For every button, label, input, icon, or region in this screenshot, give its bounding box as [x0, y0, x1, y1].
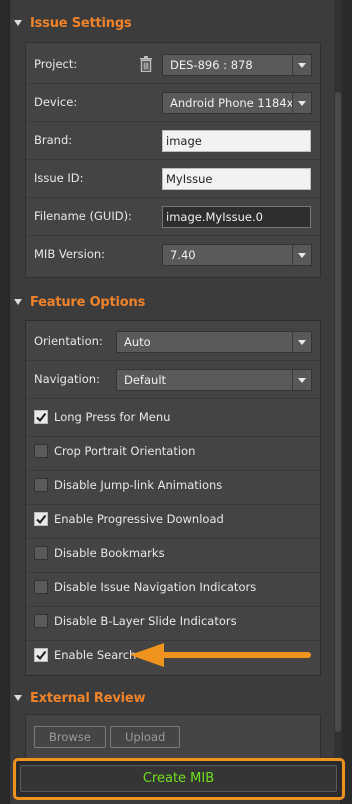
checkbox[interactable]	[34, 648, 48, 662]
browse-button[interactable]: Browse	[34, 726, 106, 748]
collapse-triangle-icon	[14, 695, 22, 701]
filename-label: Filename (GUID):	[34, 209, 132, 223]
orientation-row: Orientation: Auto	[26, 323, 320, 361]
checkbox-row[interactable]: Disable Jump-link Animations	[26, 467, 320, 505]
checkbox-row[interactable]: Disable Bookmarks	[26, 535, 320, 573]
external-review-header[interactable]: External Review	[14, 687, 146, 709]
navigation-row: Navigation: Default	[26, 361, 320, 399]
device-label: Device:	[34, 95, 78, 109]
checkbox[interactable]	[34, 580, 48, 594]
filename-field[interactable]: image.MyIssue.0	[162, 206, 311, 228]
external-review-box: Browse Upload	[25, 714, 321, 760]
upload-button[interactable]: Upload	[110, 726, 181, 748]
section-title: Issue Settings	[30, 15, 132, 31]
orientation-label: Orientation:	[34, 334, 103, 348]
checkbox-row[interactable]: Disable Issue Navigation Indicators	[26, 569, 320, 607]
checkbox-label: Long Press for Menu	[54, 410, 171, 424]
mib-version-row: MIB Version: 7.40	[26, 236, 320, 274]
brand-field[interactable]: image	[162, 130, 311, 152]
checkbox-label: Crop Portrait Orientation	[54, 444, 196, 458]
checkbox-row[interactable]: Disable B-Layer Slide Indicators	[26, 603, 320, 641]
chevron-down-icon	[292, 55, 311, 75]
feature-options-header[interactable]: Feature Options	[14, 291, 145, 313]
navigation-value: Default	[124, 373, 167, 387]
project-row: Project: DES-896 : 878	[26, 46, 320, 84]
chevron-down-icon	[292, 370, 311, 390]
filename-row: Filename (GUID): image.MyIssue.0	[26, 198, 320, 236]
checkbox-label: Disable Bookmarks	[54, 546, 165, 560]
checkmark-icon	[36, 412, 47, 423]
orientation-dropdown[interactable]: Auto	[116, 331, 312, 353]
checkbox-label: Enable Progressive Download	[54, 512, 224, 526]
checkbox[interactable]	[34, 614, 48, 628]
checkmark-icon	[36, 650, 47, 661]
project-value: DES-896 : 878	[170, 58, 253, 72]
scrollbar-thumb[interactable]	[335, 92, 341, 732]
checkbox-row[interactable]: Long Press for Menu	[26, 399, 320, 437]
checkbox[interactable]	[34, 512, 48, 526]
checkbox-label: Disable Jump-link Animations	[54, 478, 223, 492]
checkmark-icon	[36, 514, 47, 525]
brand-row: Brand: image	[26, 122, 320, 160]
checkbox[interactable]	[34, 410, 48, 424]
checkbox-label: Enable Search	[54, 648, 137, 662]
issue-id-label: Issue ID:	[34, 171, 84, 185]
issue-settings-box: Project: DES-896 : 878 Device: Android P…	[25, 42, 321, 278]
chevron-down-icon	[292, 245, 311, 265]
issue-id-row: Issue ID: MyIssue	[26, 160, 320, 198]
create-mib-button[interactable]: Create MIB	[20, 765, 337, 792]
chevron-down-icon	[292, 93, 311, 113]
checkbox[interactable]	[34, 546, 48, 560]
checkbox[interactable]	[34, 444, 48, 458]
feature-options-box: Orientation: Auto Navigation: Default Lo…	[25, 320, 321, 676]
project-label: Project:	[34, 57, 78, 71]
navigation-label: Navigation:	[34, 372, 100, 386]
section-title: External Review	[30, 690, 146, 706]
collapse-triangle-icon	[14, 299, 22, 305]
mib-version-label: MIB Version:	[34, 247, 106, 261]
trash-icon[interactable]	[140, 56, 152, 72]
project-dropdown[interactable]: DES-896 : 878	[162, 54, 312, 76]
section-title: Feature Options	[30, 294, 146, 310]
checkbox-label: Disable Issue Navigation Indicators	[54, 580, 257, 594]
device-row: Device: Android Phone 1184x...	[26, 84, 320, 122]
checkbox-row[interactable]: Enable Progressive Download	[26, 501, 320, 539]
collapse-triangle-icon	[14, 20, 22, 26]
checkbox-label: Disable B-Layer Slide Indicators	[54, 614, 237, 628]
device-dropdown[interactable]: Android Phone 1184x...	[162, 92, 312, 114]
navigation-dropdown[interactable]: Default	[116, 369, 312, 391]
checkbox-row[interactable]: Crop Portrait Orientation	[26, 433, 320, 471]
chevron-down-icon	[292, 332, 311, 352]
orientation-value: Auto	[124, 335, 151, 349]
issue-settings-header[interactable]: Issue Settings	[14, 12, 132, 34]
mib-version-value: 7.40	[170, 248, 196, 262]
device-value: Android Phone 1184x...	[170, 96, 305, 110]
brand-label: Brand:	[34, 133, 73, 147]
checkbox[interactable]	[34, 478, 48, 492]
create-mib-highlight: Create MIB	[13, 758, 345, 800]
annotation-arrow	[130, 643, 311, 667]
issue-id-field[interactable]: MyIssue	[162, 168, 311, 190]
mib-version-dropdown[interactable]: 7.40	[162, 244, 312, 266]
